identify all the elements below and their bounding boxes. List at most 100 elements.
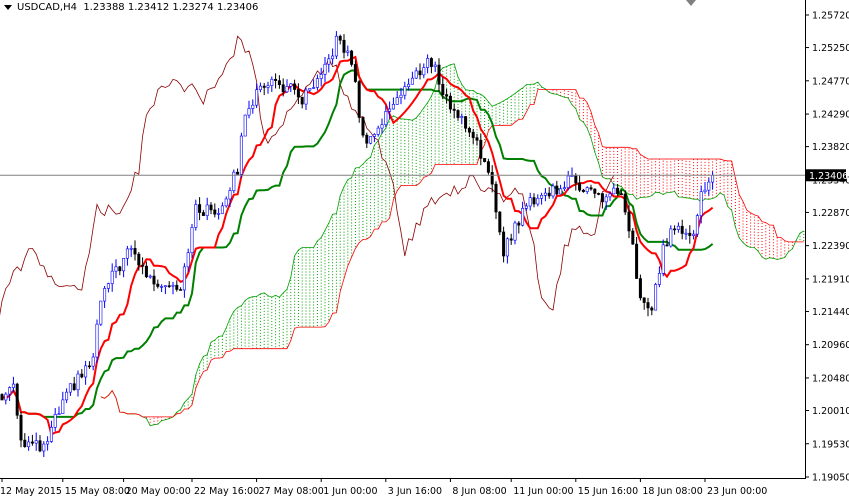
candle bbox=[414, 67, 418, 79]
candle-body bbox=[403, 86, 407, 96]
candle-body bbox=[293, 83, 297, 90]
candle bbox=[638, 274, 642, 301]
candle bbox=[486, 158, 490, 175]
candle-body bbox=[547, 192, 551, 197]
candle bbox=[365, 132, 369, 149]
candle-body bbox=[30, 441, 34, 444]
candle-body bbox=[80, 373, 84, 378]
candle bbox=[76, 370, 80, 397]
candle bbox=[251, 99, 255, 114]
price-chart[interactable]: 1.25720 1.25250 1.24770 1.24290 1.23820 1.233… bbox=[0, 0, 849, 498]
candle-body bbox=[414, 70, 418, 79]
candle-body bbox=[220, 205, 224, 214]
candle-body bbox=[129, 248, 133, 250]
candle bbox=[562, 181, 566, 192]
candle bbox=[148, 274, 152, 279]
candle bbox=[179, 287, 183, 291]
candle bbox=[4, 392, 8, 405]
candle bbox=[262, 82, 266, 96]
candle-body bbox=[517, 222, 521, 226]
candle bbox=[475, 133, 479, 146]
candle-body bbox=[198, 204, 202, 213]
candle bbox=[42, 441, 46, 458]
candle bbox=[555, 180, 559, 196]
candle-body bbox=[300, 96, 304, 105]
chart-shift-marker-icon[interactable] bbox=[686, 0, 696, 6]
candle bbox=[437, 58, 441, 92]
candle bbox=[669, 225, 673, 248]
candle-body bbox=[665, 244, 669, 247]
candle bbox=[201, 209, 205, 216]
price-tick-label: 1.24290 bbox=[812, 110, 849, 121]
candle-body bbox=[224, 198, 228, 207]
candle-body bbox=[99, 300, 103, 325]
candle-body bbox=[426, 58, 430, 68]
candle bbox=[635, 236, 639, 279]
candle bbox=[118, 265, 122, 276]
candle-body bbox=[323, 63, 327, 75]
candle bbox=[543, 187, 547, 202]
candle bbox=[49, 420, 53, 443]
candle-body bbox=[239, 135, 243, 175]
candle-body bbox=[654, 284, 658, 311]
candle-body bbox=[49, 427, 53, 442]
candle-body bbox=[494, 183, 498, 213]
candle bbox=[167, 281, 171, 288]
candle bbox=[8, 386, 12, 402]
chikou-span-line bbox=[0, 35, 615, 316]
time-axis: 12 May 2015 15 May 08:0020 May 00:00 22 Ma… bbox=[0, 478, 767, 497]
candle-body bbox=[8, 387, 12, 395]
candle bbox=[319, 67, 323, 87]
candle-body bbox=[479, 139, 483, 159]
candle bbox=[243, 114, 247, 137]
candle-body bbox=[118, 266, 122, 272]
candle-body bbox=[160, 286, 164, 288]
candle bbox=[654, 282, 658, 311]
candle bbox=[467, 126, 471, 138]
candle-body bbox=[437, 64, 441, 85]
candle-body bbox=[441, 84, 445, 95]
candle-body bbox=[236, 171, 240, 175]
candle bbox=[239, 132, 243, 178]
senkou-span-a-line bbox=[100, 63, 804, 427]
candle bbox=[144, 261, 148, 279]
candle bbox=[505, 237, 509, 264]
candle bbox=[346, 45, 350, 57]
candle-body bbox=[87, 365, 91, 368]
candle bbox=[581, 188, 585, 193]
candle-body bbox=[429, 58, 433, 67]
candle bbox=[152, 269, 156, 292]
candle-body bbox=[110, 270, 114, 284]
candle bbox=[19, 412, 23, 448]
candle-body bbox=[395, 97, 399, 105]
candle-body bbox=[68, 383, 72, 393]
candle-body bbox=[456, 110, 460, 118]
candle-body bbox=[289, 83, 293, 87]
candle-body bbox=[543, 192, 547, 196]
candle bbox=[38, 435, 42, 453]
candle bbox=[15, 382, 19, 419]
last-price-text: 1.23406 bbox=[809, 171, 848, 182]
candle bbox=[452, 103, 456, 119]
candle-body bbox=[34, 440, 38, 444]
candle bbox=[410, 71, 414, 85]
candle-body bbox=[23, 439, 27, 448]
low-value: 1.23274 bbox=[172, 2, 214, 13]
candle-body bbox=[422, 67, 426, 76]
candle-body bbox=[205, 204, 209, 216]
ichimoku-cloud bbox=[145, 63, 805, 426]
time-tick-label: 11 Jun 00:00 bbox=[513, 486, 573, 497]
candle-body bbox=[513, 222, 517, 241]
candle bbox=[129, 245, 133, 257]
candle-body bbox=[274, 78, 278, 81]
time-tick-label: 8 Jun 08:00 bbox=[452, 486, 506, 497]
dropdown-triangle-icon[interactable] bbox=[4, 4, 12, 10]
time-tick-label: 20 May 00:00 bbox=[126, 486, 191, 497]
candle bbox=[293, 79, 297, 95]
candle bbox=[68, 383, 72, 396]
candle-body bbox=[243, 114, 247, 137]
candle bbox=[114, 259, 118, 279]
candle-body bbox=[448, 95, 452, 110]
candle-body bbox=[369, 136, 373, 144]
candle-body bbox=[559, 188, 563, 195]
